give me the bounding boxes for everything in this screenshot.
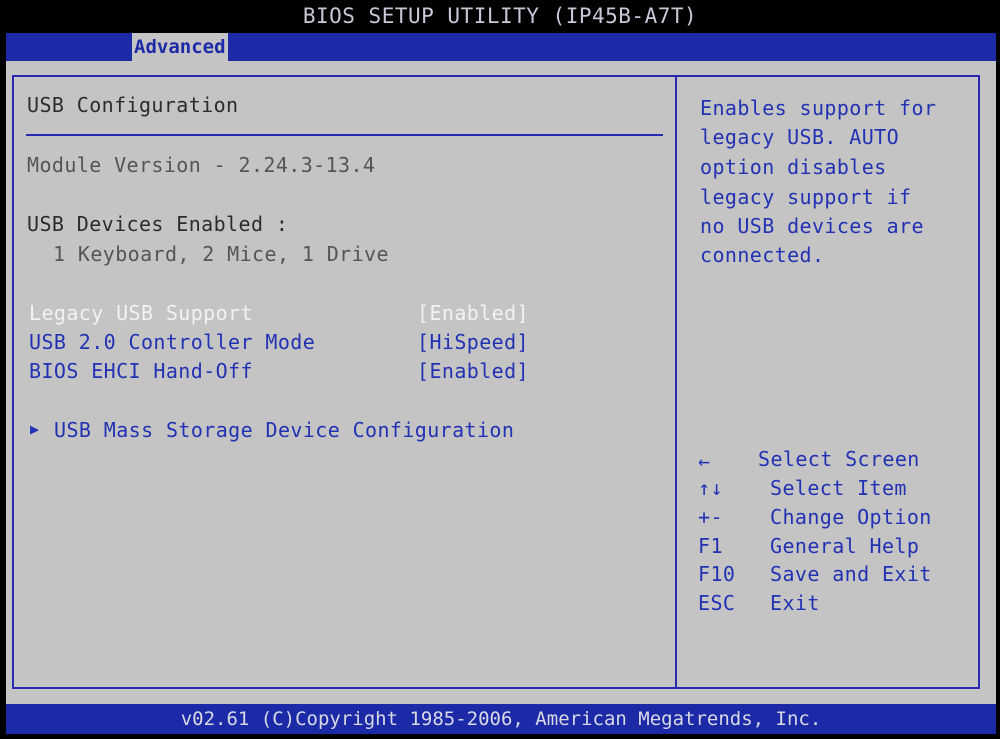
- plus-minus-key: +-: [698, 505, 723, 529]
- help-text-line: option disables: [700, 155, 887, 179]
- usb-devices-value: 1 Keyboard, 2 Mice, 1 Drive: [53, 242, 389, 266]
- menu-bar: Advanced: [6, 33, 996, 61]
- section-heading: USB Configuration: [27, 93, 239, 117]
- frame-left-line: [12, 75, 14, 689]
- legend-action: General Help: [770, 534, 920, 558]
- main-frame: USB Configuration Module Version - 2.24.…: [6, 61, 996, 704]
- help-text-line: legacy support if: [700, 185, 912, 209]
- footer-bar: v02.61 (C)Copyright 1985-2006, American …: [6, 704, 996, 734]
- help-text-line: Enables support for: [700, 96, 937, 120]
- setting-label: Legacy USB Support: [29, 301, 253, 325]
- frame-right-line: [978, 75, 980, 689]
- submenu-label: USB Mass Storage Device Configuration: [54, 418, 515, 442]
- left-arrow-key-icon: ←: [698, 449, 711, 473]
- bios-screen: BIOS SETUP UTILITY (IP45B-A7T) Advanced …: [0, 0, 1000, 739]
- frame-top-line: [12, 75, 980, 77]
- tab-advanced[interactable]: Advanced: [132, 33, 228, 61]
- setting-value: [HiSpeed]: [417, 330, 529, 354]
- legend-action: Save and Exit: [770, 562, 932, 586]
- setting-value: [Enabled]: [417, 359, 529, 383]
- help-text-line: connected.: [700, 243, 825, 267]
- esc-key: ESC: [698, 591, 736, 615]
- setting-label: BIOS EHCI Hand-Off: [29, 359, 253, 383]
- up-down-arrow-key-icon: ↑↓: [698, 476, 723, 500]
- heading-underline: [26, 134, 663, 136]
- f1-key: F1: [698, 534, 723, 558]
- panel-divider: [675, 75, 677, 689]
- legend-action: Select Screen: [758, 447, 920, 471]
- help-text-line: legacy USB. AUTO: [700, 125, 900, 149]
- legend-action: Exit: [770, 591, 820, 615]
- module-version: Module Version - 2.24.3-13.4: [27, 153, 376, 177]
- setting-value: [Enabled]: [417, 301, 529, 325]
- usb-devices-heading: USB Devices Enabled :: [27, 212, 289, 236]
- frame-bottom-line: [12, 687, 980, 689]
- f10-key: F10: [698, 562, 736, 586]
- submenu-arrow-icon: ▶: [30, 420, 40, 438]
- legend-action: Change Option: [770, 505, 932, 529]
- setting-label: USB 2.0 Controller Mode: [29, 330, 316, 354]
- legend-action: Select Item: [770, 476, 907, 500]
- title-bar: BIOS SETUP UTILITY (IP45B-A7T): [0, 0, 1000, 33]
- help-text-line: no USB devices are: [700, 214, 924, 238]
